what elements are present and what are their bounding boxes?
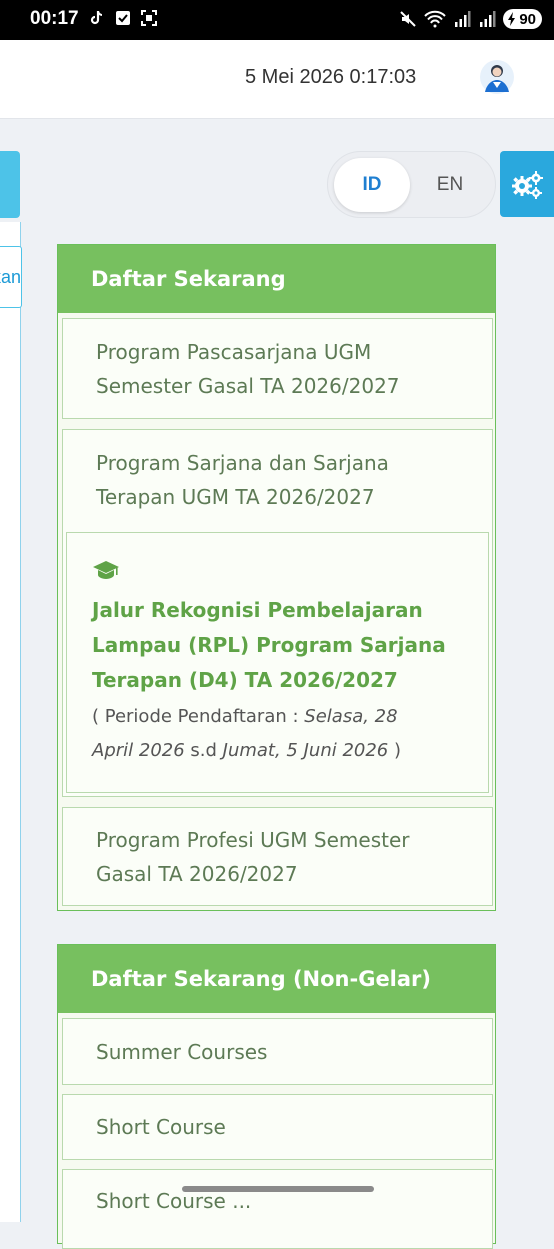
gesture-handle[interactable]	[182, 1186, 374, 1192]
left-panel-button[interactable]: pikan	[0, 246, 22, 308]
datetime-display: 5 Mei 2026 0:17:03	[245, 66, 417, 88]
list-item-short-course[interactable]: Short Course	[62, 1094, 493, 1160]
item-label: Summer Courses	[96, 1040, 268, 1064]
system-icons: 90	[399, 9, 542, 29]
charging-icon	[508, 12, 516, 26]
registration-card: Daftar Sekarang Program Pascasarjana UGM…	[57, 244, 496, 911]
sub-item-rpl[interactable]: Jalur Rekognisi Pembelajaran Lampau (RPL…	[66, 532, 489, 793]
non-degree-card: Daftar Sekarang (Non-Gelar) Summer Cours…	[57, 944, 496, 1249]
list-item-summer-courses[interactable]: Summer Courses	[62, 1018, 493, 1085]
period-end: Jumat, 5 Juni 2026	[222, 740, 389, 761]
left-panel-label: pikan	[0, 267, 21, 287]
list-item-pascasarjana[interactable]: Program Pascasarjana UGM Semester Gasal …	[62, 318, 493, 419]
sub-item-title: Jalur Rekognisi Pembelajaran Lampau (RPL…	[92, 593, 468, 698]
screenshot-icon	[141, 10, 157, 26]
period-between: s.d	[184, 740, 223, 761]
item-line: Semester Gasal TA 2026/2027	[96, 374, 400, 398]
notification-icons	[88, 9, 158, 27]
mute-icon	[400, 11, 417, 27]
wifi-icon	[424, 10, 447, 28]
list-item-profesi[interactable]: Program Profesi UGM Semester Gasal TA 20…	[62, 807, 493, 906]
graduation-cap-icon	[93, 561, 119, 579]
status-bar: 00:17 90	[0, 0, 554, 40]
user-avatar[interactable]	[480, 58, 514, 96]
sub-title-line: Terapan (D4) TA 2026/2027	[92, 668, 398, 692]
sub-title-line: Jalur Rekognisi Pembelajaran	[92, 598, 423, 622]
non-degree-card-title: Daftar Sekarang (Non-Gelar)	[58, 945, 495, 1013]
item-line: Gasal TA 2026/2027	[96, 862, 298, 886]
gears-icon	[512, 171, 543, 199]
item-line: Program Sarjana dan Sarjana	[96, 451, 389, 475]
item-line: Program Pascasarjana UGM	[96, 340, 372, 364]
language-option-en[interactable]: EN	[418, 158, 482, 212]
battery-level: 90	[519, 10, 536, 28]
item-line: Terapan UGM TA 2026/2027	[96, 485, 375, 509]
period-suffix: )	[388, 740, 402, 761]
tiktok-icon	[90, 10, 103, 25]
signal-icon	[455, 11, 471, 27]
signal-icon-2	[480, 11, 496, 27]
left-side-tab[interactable]	[0, 151, 20, 218]
registration-card-title: Daftar Sekarang	[58, 245, 495, 313]
item-label: Short Course	[96, 1115, 226, 1139]
top-header: 5 Mei 2026 0:17:03	[0, 40, 554, 119]
registration-period: ( Periode Pendaftaran : Selasa, 28 April…	[92, 700, 468, 768]
checkbox-icon	[116, 11, 130, 25]
item-line: Program Profesi UGM Semester	[96, 828, 410, 852]
status-time: 00:17	[30, 8, 79, 29]
period-prefix: ( Periode Pendaftaran :	[92, 706, 305, 727]
language-toggle[interactable]: ID EN	[327, 151, 496, 218]
settings-button[interactable]	[500, 151, 554, 217]
period-start: Selasa, 28	[304, 706, 398, 727]
list-item-short-course-2[interactable]: Short Course ...	[62, 1169, 493, 1249]
left-side-panel	[0, 222, 21, 1222]
language-option-id[interactable]: ID	[334, 158, 410, 212]
battery-indicator: 90	[503, 9, 542, 29]
sub-title-line: Lampau (RPL) Program Sarjana	[92, 633, 446, 657]
period-start-2: April 2026	[92, 740, 185, 761]
